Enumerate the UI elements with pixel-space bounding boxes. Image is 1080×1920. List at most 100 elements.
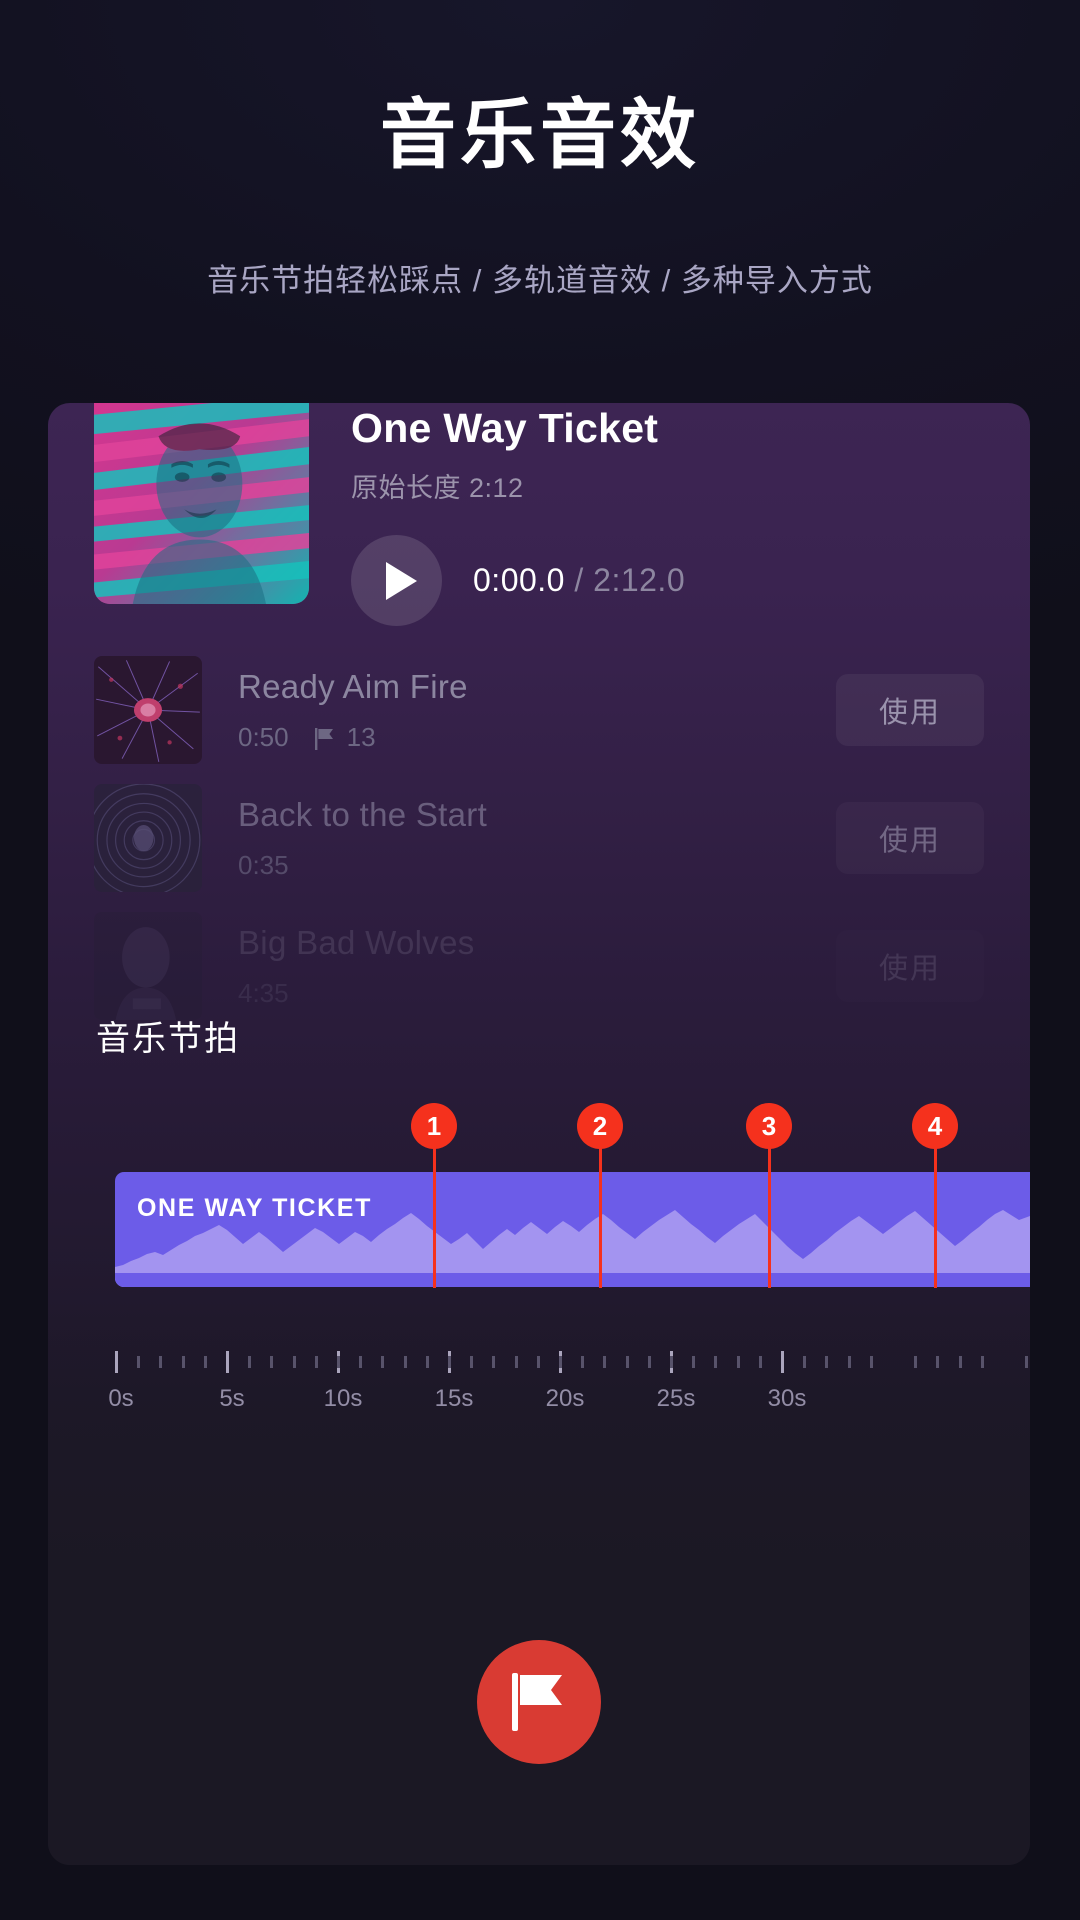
use-button[interactable]: 使用	[836, 802, 984, 874]
ruler-tick-minor	[958, 1356, 962, 1368]
beat-marker-pin[interactable]: 1	[411, 1103, 457, 1149]
page-subtitle: 音乐节拍轻松踩点 / 多轨道音效 / 多种导入方式	[207, 263, 873, 298]
beat-marker-stem	[934, 1125, 937, 1288]
track-duration: 0:35	[238, 849, 289, 880]
track-sub: 0:35	[238, 850, 836, 881]
ruler-tick-minor	[647, 1356, 651, 1368]
ruler-tick-minor	[248, 1356, 252, 1368]
ruler-label: 25s	[656, 1385, 696, 1412]
track-info: Ready Aim Fire 0:50 13	[238, 668, 836, 753]
track-duration: 0:50	[238, 721, 289, 752]
ruler-tick-minor	[292, 1356, 296, 1368]
ruler-tick-minor	[603, 1356, 607, 1368]
track-thumbnail	[94, 656, 202, 764]
ruler-label: 5s	[219, 1385, 245, 1412]
ruler-label: 30s	[767, 1385, 807, 1412]
app-root: 音乐音效 音乐节拍轻松踩点 / 多轨道音效 / 多种导入方式 One Way T…	[0, 0, 1080, 1920]
ruler-tick-minor	[980, 1356, 984, 1368]
ruler-label: 0s	[108, 1385, 134, 1412]
clip-label: ONE WAY TICKET	[137, 1194, 372, 1222]
now-playing-original-length: 原始长度 2:12	[351, 473, 524, 503]
track-beat-info: 13	[314, 722, 376, 753]
ruler-tick-minor	[914, 1356, 918, 1368]
ruler-tick-minor	[803, 1356, 807, 1368]
beat-marker-stem	[433, 1125, 436, 1288]
ruler-tick-minor	[869, 1356, 873, 1368]
ruler-tick-minor	[159, 1356, 163, 1368]
ruler-tick-minor	[581, 1356, 585, 1368]
track-thumbnail	[94, 784, 202, 892]
list-item[interactable]: Ready Aim Fire 0:50 13 使用	[94, 646, 984, 774]
use-button[interactable]: 使用	[836, 674, 984, 746]
time-ruler[interactable]: 0s 5s 10s 15s 20s 25s 30s	[108, 1351, 1030, 1421]
ruler-tick-minor	[1025, 1356, 1029, 1368]
beat-marker-stem	[768, 1125, 771, 1288]
ruler-label: 15s	[434, 1385, 474, 1412]
now-playing-meta: One Way Ticket 原始长度 2:12 0:00.0 / 2:12.0	[351, 403, 685, 626]
ruler-tick-minor	[758, 1356, 762, 1368]
flag-icon	[512, 1673, 566, 1731]
playback-time: 0:00.0 / 2:12.0	[473, 562, 685, 599]
track-title: Ready Aim Fire	[238, 667, 468, 705]
beat-marker-pin[interactable]: 2	[577, 1103, 623, 1149]
ruler-tick-minor	[736, 1356, 740, 1368]
ruler-tick-minor	[825, 1356, 829, 1368]
track-info: Big Bad Wolves 4:35	[238, 924, 836, 1009]
play-button[interactable]	[351, 535, 442, 626]
track-title: Big Bad Wolves	[238, 923, 475, 961]
ruler-tick-minor	[403, 1356, 407, 1368]
page-title: 音乐音效	[380, 93, 700, 178]
ruler-tick-major	[115, 1351, 118, 1373]
ruler-tick-major	[226, 1351, 229, 1373]
album-art[interactable]	[94, 403, 309, 604]
ruler-tick-minor	[381, 1356, 385, 1368]
track-list: Ready Aim Fire 0:50 13 使用 Back to the St…	[94, 646, 984, 1030]
track-info: Back to the Start 0:35	[238, 796, 836, 881]
use-button[interactable]: 使用	[836, 930, 984, 1002]
ruler-tick-minor	[470, 1356, 474, 1368]
ruler-tick-minor	[514, 1356, 518, 1368]
flag-icon	[314, 726, 334, 750]
ruler-tick-minor	[625, 1356, 629, 1368]
track-sub: 4:35	[238, 978, 836, 1009]
track-sub: 0:50 13	[238, 722, 836, 753]
ruler-tick-minor	[936, 1356, 940, 1368]
ruler-tick-minor	[492, 1356, 496, 1368]
add-beat-marker-button[interactable]	[477, 1640, 601, 1764]
ruler-tick-minor	[359, 1356, 363, 1368]
track-title: Back to the Start	[238, 795, 488, 833]
beat-marker-stem	[599, 1125, 602, 1288]
player-controls: 0:00.0 / 2:12.0	[351, 535, 685, 626]
now-playing-title: One Way Ticket	[351, 405, 659, 451]
play-icon	[385, 561, 417, 600]
music-panel-card: One Way Ticket 原始长度 2:12 0:00.0 / 2:12.0	[48, 403, 1030, 1865]
ruler-tick-minor	[559, 1356, 562, 1368]
track-thumbnail	[94, 912, 202, 1020]
now-playing-block: One Way Ticket 原始长度 2:12 0:00.0 / 2:12.0	[94, 403, 685, 626]
time-separator: /	[574, 562, 584, 598]
beat-timeline[interactable]: ONE WAY TICKET 1 2 3 4 0s 5s 10s 15s 20s 25s 3…	[48, 1103, 1030, 1412]
ruler-tick-minor	[425, 1356, 429, 1368]
ruler-tick-major	[781, 1351, 784, 1373]
ruler-label: 20s	[545, 1385, 585, 1412]
ruler-tick-minor	[203, 1356, 207, 1368]
track-duration: 4:35	[238, 977, 289, 1008]
ruler-tick-minor	[448, 1356, 451, 1368]
ruler-tick-minor	[337, 1356, 340, 1368]
beat-section-heading: 音乐节拍	[96, 1020, 240, 1058]
ruler-tick-minor	[137, 1356, 141, 1368]
ruler-tick-minor	[692, 1356, 696, 1368]
list-item[interactable]: Back to the Start 0:35 使用	[94, 774, 984, 902]
ruler-tick-minor	[270, 1356, 274, 1368]
waveform-clip[interactable]: ONE WAY TICKET	[115, 1172, 1030, 1287]
ruler-tick-minor	[181, 1356, 185, 1368]
ruler-tick-minor	[536, 1356, 540, 1368]
ruler-tick-minor	[314, 1356, 318, 1368]
beat-marker-pin[interactable]: 4	[912, 1103, 958, 1149]
total-time: 2:12.0	[593, 562, 686, 598]
beat-marker-pin[interactable]: 3	[746, 1103, 792, 1149]
ruler-tick-minor	[714, 1356, 718, 1368]
ruler-tick-minor	[847, 1356, 851, 1368]
current-time: 0:00.0	[473, 562, 565, 598]
ruler-label: 10s	[323, 1385, 363, 1412]
